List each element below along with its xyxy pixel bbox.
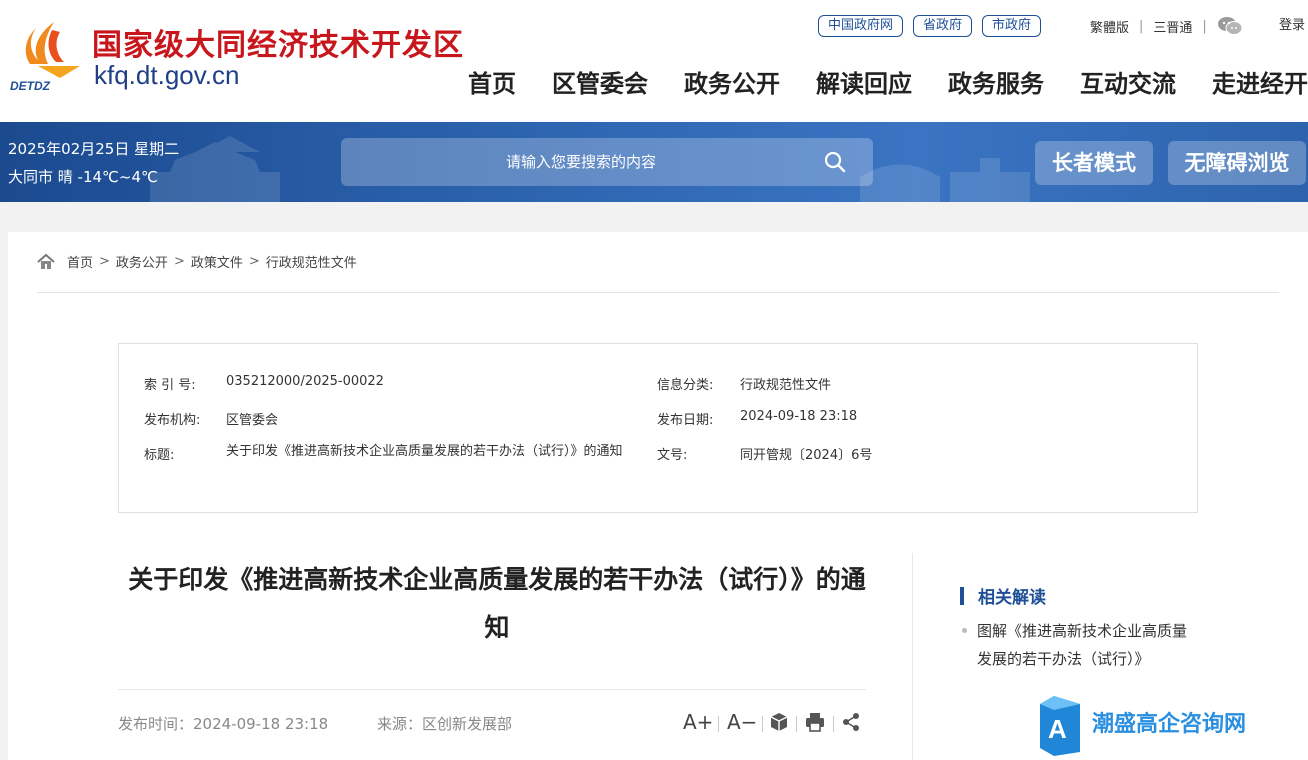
watermark-badge-letter: A <box>1048 714 1067 744</box>
nav-interaction[interactable]: 互动交流 <box>1080 64 1176 99</box>
site-name[interactable]: 国家级大同经济技术开发区 <box>92 20 464 64</box>
breadcrumb-policy-docs[interactable]: 政策文件 <box>191 252 243 271</box>
wechat-icon[interactable] <box>1217 16 1243 36</box>
link-city-gov[interactable]: 市政府 <box>982 15 1042 37</box>
logo-icon[interactable]: DETDZ <box>8 16 88 92</box>
breadcrumb-divider <box>37 292 1279 293</box>
home-icon[interactable] <box>37 253 55 271</box>
index-value: 035212000/2025-00022 <box>226 374 384 389</box>
watermark-logo-icon: A <box>1040 696 1080 756</box>
breadcrumb: 首页 > 政务公开 > 政策文件 > 行政规范性文件 <box>37 252 357 271</box>
article-source: 来源：区创新发展部 <box>377 715 513 733</box>
search-box <box>341 138 873 186</box>
breadcrumb-home[interactable]: 首页 <box>67 252 93 271</box>
font-larger-button[interactable]: A+ <box>683 710 713 734</box>
nav-interpretation[interactable]: 解读回应 <box>816 64 912 99</box>
separator: | <box>1139 18 1144 34</box>
separator: | <box>1202 18 1207 34</box>
sanjintong-link[interactable]: 三晋通 <box>1153 17 1192 36</box>
breadcrumb-separator: > <box>248 254 260 269</box>
sidebar-divider <box>912 553 913 760</box>
heading-accent-bar <box>960 586 964 605</box>
article-title: 关于印发《推进高新技术企业高质量发展的若干办法（试行）》的通知 <box>128 565 866 642</box>
print-icon[interactable] <box>805 712 825 732</box>
nav-home[interactable]: 首页 <box>468 64 516 99</box>
barrier-free-button[interactable]: 无障碍浏览 <box>1168 141 1306 185</box>
nav-gov-affairs[interactable]: 政务公开 <box>684 64 780 99</box>
top-right-tools: 繁體版 | 三晋通 | <box>1090 15 1243 37</box>
tool-separator <box>762 716 763 732</box>
content-card: 首页 > 政务公开 > 政策文件 > 行政规范性文件 索 引 号: 035212… <box>8 232 1308 760</box>
org-label: 发布机构: <box>144 413 201 428</box>
weather-display: 大同市 晴 -14℃~4℃ <box>8 168 158 186</box>
index-label: 索 引 号: <box>144 378 196 393</box>
watermark-text: 潮盛高企咨询网 <box>1092 711 1247 737</box>
font-smaller-button[interactable]: A− <box>727 710 757 734</box>
org-value: 区管委会 <box>226 413 279 428</box>
related-heading-text: 相关解读 <box>978 588 1046 608</box>
related-heading: 相关解读 <box>960 583 1046 608</box>
traditional-chinese-link[interactable]: 繁體版 <box>1090 17 1129 36</box>
search-icon[interactable] <box>823 150 847 174</box>
breadcrumb-separator: > <box>173 254 185 269</box>
tool-separator <box>833 716 834 732</box>
breadcrumb-normative-docs[interactable]: 行政规范性文件 <box>266 252 357 271</box>
search-banner: 2025年02月25日 星期二 大同市 晴 -14℃~4℃ 长者模式 无障碍浏览 <box>0 122 1308 202</box>
date-display: 2025年02月25日 星期二 <box>8 140 180 158</box>
tool-separator <box>796 716 797 732</box>
login-link[interactable]: 登录 <box>1279 15 1305 37</box>
publish-time: 发布时间：2024-09-18 23:18 <box>118 715 329 733</box>
nav-committee[interactable]: 区管委会 <box>552 64 648 99</box>
nav-about[interactable]: 走进经开 <box>1212 64 1308 99</box>
logo-text: DETDZ <box>10 79 51 92</box>
watermark: A 潮盛高企咨询网 <box>1040 696 1290 756</box>
related-item-link[interactable]: 图解《推进高新技术企业高质量发展的若干办法（试行）》 <box>977 617 1197 673</box>
document-info-box: 索 引 号: 035212000/2025-00022 信息分类: 行政规范性文… <box>118 343 1198 513</box>
link-province-gov[interactable]: 省政府 <box>913 15 973 37</box>
date-value: 2024-09-18 23:18 <box>740 409 858 424</box>
breadcrumb-separator: > <box>99 254 110 269</box>
cube-icon[interactable] <box>769 712 789 732</box>
docno-value: 同开管规〔2024〕6号 <box>740 448 873 463</box>
nav-services[interactable]: 政务服务 <box>948 64 1044 99</box>
title-divider <box>118 689 866 690</box>
title-value: 关于印发《推进高新技术企业高质量发展的若干办法（试行）》的通知 <box>226 444 623 459</box>
docno-label: 文号: <box>657 448 688 463</box>
main-nav: 首页 区管委会 政务公开 解读回应 政务服务 互动交流 走进经开 <box>468 64 1308 99</box>
top-links: 中国政府网 省政府 市政府 <box>818 15 1042 37</box>
search-input[interactable] <box>341 138 821 186</box>
title-label: 标题: <box>144 448 175 463</box>
elder-mode-button[interactable]: 长者模式 <box>1035 141 1153 185</box>
share-icon[interactable] <box>841 712 861 732</box>
site-url: kfq.dt.gov.cn <box>94 60 240 90</box>
list-bullet <box>962 628 967 633</box>
link-central-gov[interactable]: 中国政府网 <box>818 15 904 37</box>
site-header: DETDZ 国家级大同经济技术开发区 kfq.dt.gov.cn 中国政府网 省… <box>0 0 1308 122</box>
category-value: 行政规范性文件 <box>740 378 832 393</box>
tool-separator <box>718 716 719 732</box>
breadcrumb-gov-affairs[interactable]: 政务公开 <box>116 252 168 271</box>
category-label: 信息分类: <box>657 378 714 393</box>
date-label: 发布日期: <box>657 413 714 428</box>
